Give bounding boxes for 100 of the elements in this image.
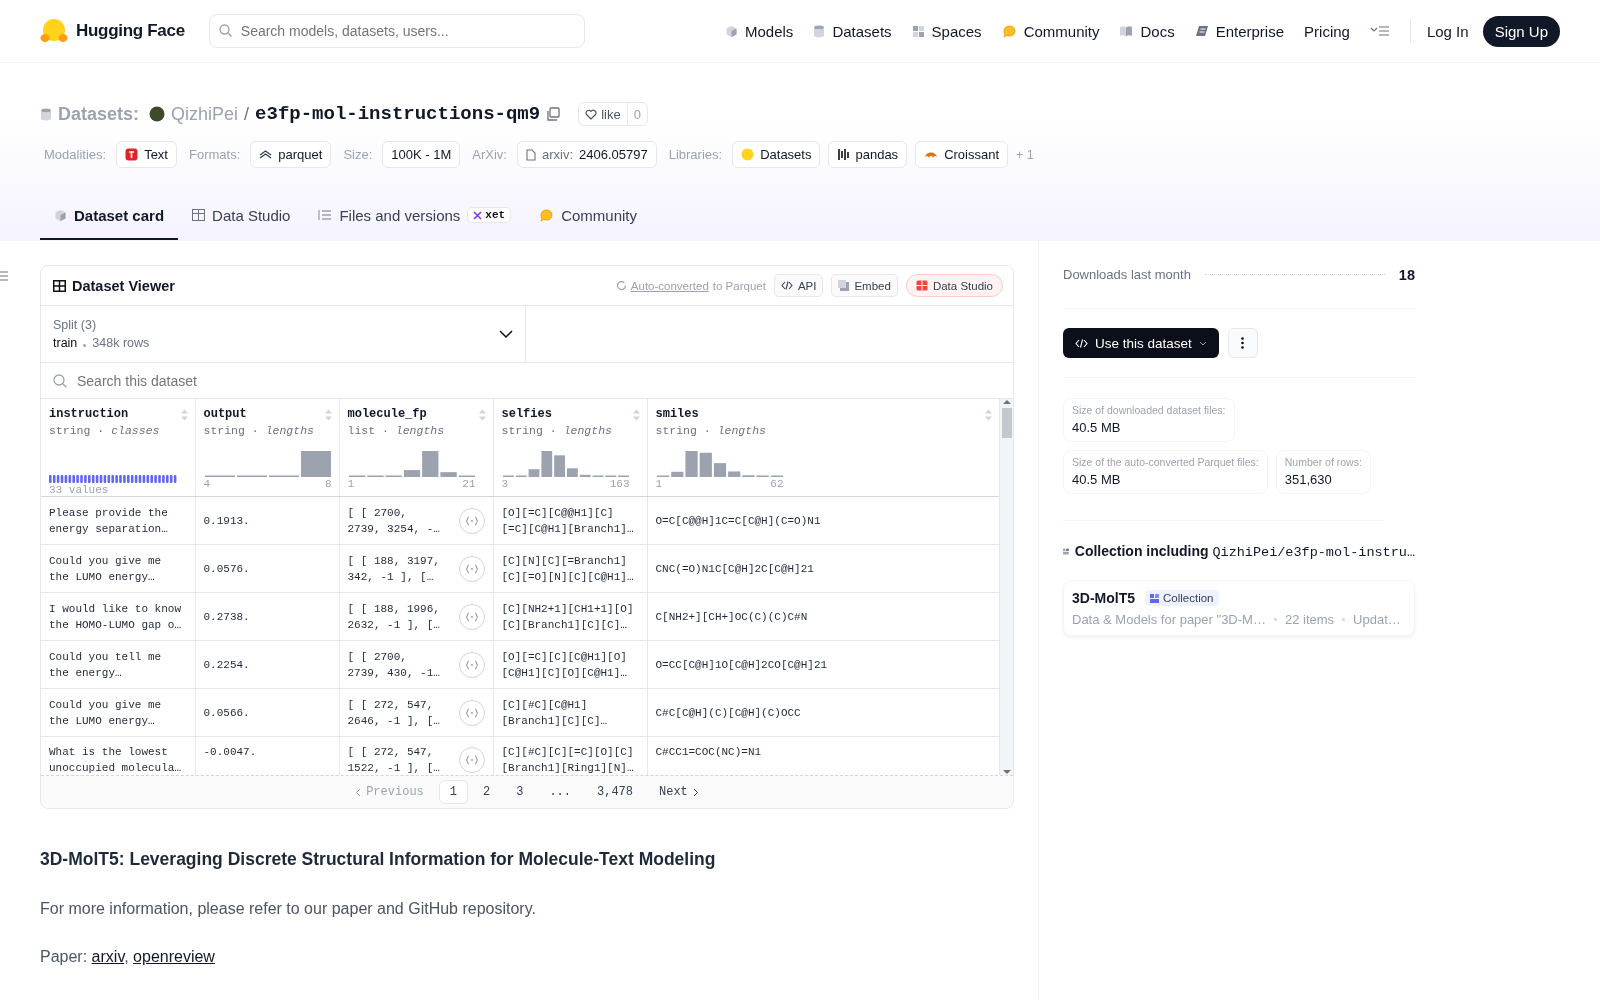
more-options-button[interactable] (1227, 328, 1258, 358)
logo-icon[interactable] (40, 18, 68, 44)
tab[interactable]: Dataset card (40, 192, 179, 240)
expand-button[interactable] (458, 507, 485, 534)
signup-button[interactable]: Sign Up (1482, 15, 1560, 47)
tag-chip[interactable]: parquet (250, 141, 332, 168)
page-button[interactable]: 3,478 (586, 780, 644, 804)
page-button[interactable]: 3 (505, 780, 535, 804)
tag-chip[interactable]: Croissant (915, 141, 1009, 168)
range-max: 21 (462, 478, 476, 490)
stat-value: 40.5 MB (1072, 472, 1122, 487)
nav-link[interactable]: Pricing (1294, 22, 1360, 40)
column-name: output (203, 407, 247, 421)
data-studio-button[interactable]: Data Studio (905, 274, 1003, 297)
tag-chip[interactable]: Text (116, 141, 177, 168)
grid-icon (911, 24, 925, 38)
tab[interactable]: Files and versions xet (304, 192, 526, 240)
caret-icon (1198, 340, 1207, 346)
column-name: instruction (49, 407, 129, 421)
table-cell: [C][NH2+1][CH1+1][O] [C][Branch1][C][C]… (493, 592, 647, 641)
search-field[interactable]: Search models, datasets, users... (208, 14, 585, 48)
table-cell-text: [ [ 272, 547, 2646, -1 ], [… (347, 697, 440, 729)
sort-icon[interactable] (179, 408, 189, 422)
sort-icon[interactable] (631, 408, 641, 422)
column-type: string · lengths (501, 424, 613, 437)
table-cell: [C][#C][C@H1] [Branch1][C][C]… (493, 688, 647, 737)
tag-group-label: Libraries: (668, 147, 723, 162)
scroll-thumb[interactable] (1002, 408, 1012, 438)
tag-chip[interactable]: 100K - 1M (382, 141, 461, 168)
tab[interactable]: Community (525, 192, 651, 240)
table-cell-text: [ [ 188, 3197, 342, -1 ], [… (347, 553, 440, 585)
expand-button[interactable] (458, 651, 485, 678)
path-separator: / (244, 103, 250, 125)
book-icon (1119, 25, 1134, 37)
braces-icon (464, 707, 479, 718)
menu-icon[interactable] (1369, 25, 1390, 37)
table-cell: 0.2738. (195, 592, 339, 641)
collection-card[interactable]: 3D-MolT5 Collection Data & Models for paper "3D-M… 22 items Updat… (1063, 580, 1415, 636)
page-button[interactable]: 2 (472, 780, 502, 804)
nav-link[interactable]: Community (991, 22, 1110, 40)
converted-note: to Parquet (712, 279, 766, 292)
range-min: 1 (655, 478, 663, 490)
nav-link[interactable]: Spaces (901, 22, 992, 40)
embed-button[interactable]: Embed (831, 274, 898, 297)
cross-icon (473, 210, 483, 220)
section-label: Datasets: (58, 103, 140, 125)
logo-text[interactable]: Hugging Face (76, 21, 185, 41)
range-max: 163 (609, 478, 630, 490)
sort-icon[interactable] (323, 408, 333, 422)
sort-icon[interactable] (984, 408, 993, 422)
nav-link[interactable]: Docs (1109, 22, 1185, 40)
dataset-name: e3fp-mol-instructions-qm9 (255, 103, 541, 125)
dot-icon (83, 344, 87, 347)
tag-group-label: ArXiv: (472, 147, 507, 162)
column-name: selfies (501, 407, 552, 421)
tag-chip[interactable]: Datasets (732, 141, 821, 168)
downloads-label: Downloads last month (1063, 267, 1191, 282)
cube-icon (54, 208, 67, 222)
heart-icon (585, 108, 598, 120)
use-dataset-button[interactable]: Use this dataset (1063, 328, 1219, 358)
code-icon (1075, 338, 1088, 348)
like-button[interactable]: like 0 (578, 102, 648, 126)
stat-value: 40.5 MB (1072, 420, 1122, 435)
page-button[interactable]: ... (538, 780, 582, 804)
expand-button[interactable] (458, 555, 485, 582)
expand-button[interactable] (458, 603, 485, 630)
tag-chip[interactable]: pandas (828, 141, 908, 168)
split-dropdown[interactable]: Split (3) train 348k rows (41, 306, 526, 362)
nav-link[interactable]: Datasets (803, 22, 902, 40)
sidebar-toggle-icon[interactable] (0, 271, 8, 281)
readme-paragraph: For more information, please refer to our paper and GitHub repository. (40, 900, 537, 918)
expand-button[interactable] (458, 747, 485, 773)
scrollbar[interactable] (999, 399, 1013, 775)
paper-link[interactable]: arxiv (91, 948, 125, 965)
range-max: 8 (324, 478, 332, 490)
api-button[interactable]: API (773, 274, 824, 297)
chevron-right-icon (692, 787, 699, 797)
range-max: 62 (770, 478, 784, 490)
paper-link[interactable]: openreview (133, 948, 215, 965)
nav-link[interactable]: Models (715, 22, 804, 40)
column-type: string · lengths (203, 424, 315, 437)
next-button[interactable]: Next (648, 780, 710, 804)
document-icon (525, 148, 536, 161)
layers-icon (259, 149, 273, 160)
table-cell: 0.0576. (195, 544, 339, 593)
file-list-icon (318, 209, 333, 221)
tag-chip[interactable]: arxiv: 2406.05797 (516, 141, 657, 168)
sort-icon[interactable] (477, 408, 487, 422)
downloads-count: 18 (1398, 266, 1415, 283)
tag-group-label: Modalities: (44, 147, 107, 162)
login-link[interactable]: Log In (1416, 22, 1479, 40)
nav-link[interactable]: Enterprise (1184, 22, 1295, 40)
table-cell: 0.0566. (195, 688, 339, 737)
stat-label: Number of rows: (1284, 456, 1362, 468)
expand-button[interactable] (458, 699, 485, 726)
stat-label: Size of downloaded dataset files: (1072, 404, 1226, 416)
column-type: list · lengths (347, 424, 446, 437)
page-button[interactable]: 1 (438, 780, 468, 804)
tab[interactable]: Data Studio (178, 192, 305, 240)
copy-icon[interactable] (546, 107, 561, 121)
